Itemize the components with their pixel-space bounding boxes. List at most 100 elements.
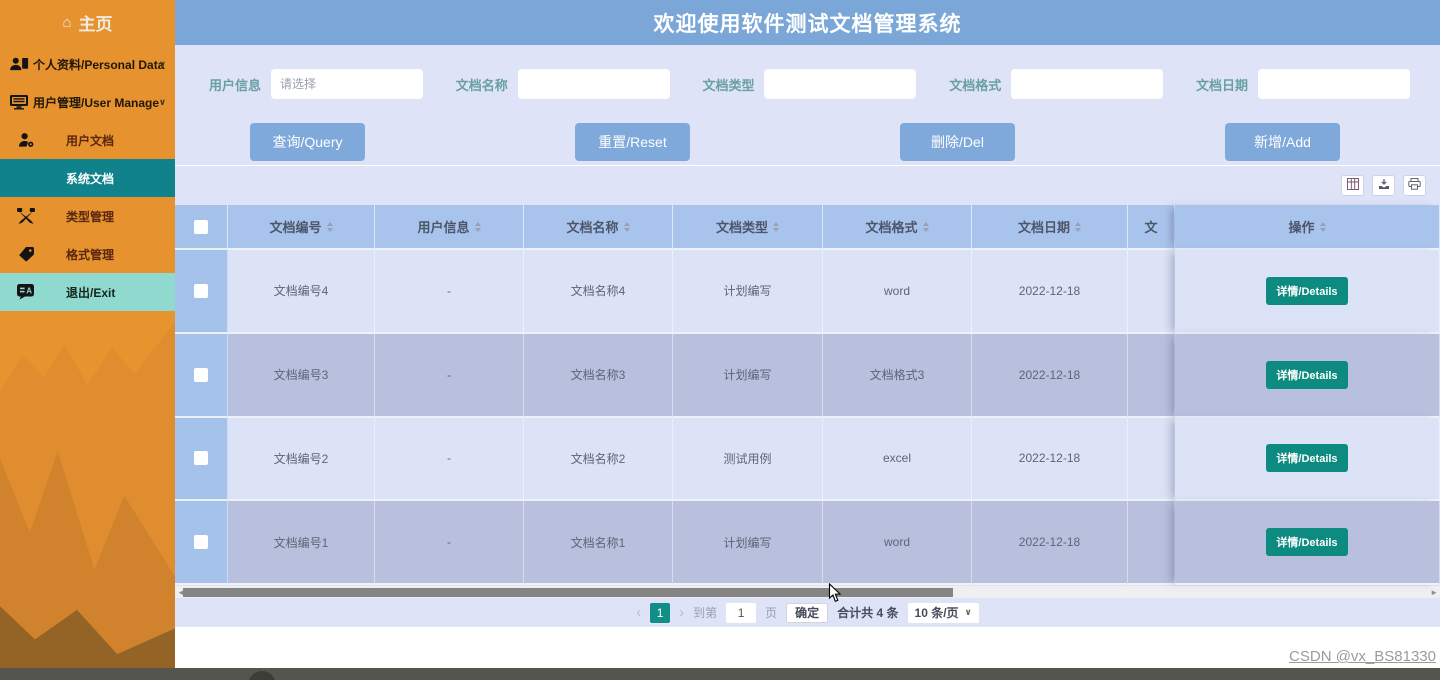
details-button[interactable]: 详情/Details [1266, 444, 1348, 473]
cell-clipped [1128, 333, 1175, 418]
next-page-icon[interactable]: › [679, 605, 684, 620]
column-header-user-info[interactable]: 用户信息 [375, 205, 524, 250]
svg-text:A: A [26, 287, 32, 296]
person-card-icon [8, 57, 30, 72]
export-button[interactable] [1372, 175, 1395, 196]
add-button[interactable]: 新增/Add [1225, 123, 1340, 161]
sidebar-item-home[interactable]: ⌂ 主页 [0, 0, 175, 45]
sort-icon[interactable] [922, 221, 929, 232]
user-gear-icon [13, 132, 39, 148]
sidebar-item-user-manage[interactable]: 用户管理/User Manage ∨ [0, 83, 175, 121]
columns-button[interactable] [1341, 175, 1364, 196]
column-header-doc-id[interactable]: 文档编号 [228, 205, 375, 250]
cell-doc-id: 文档编号3 [228, 333, 375, 418]
chevron-down-icon: ∨ [158, 58, 166, 69]
prev-page-icon[interactable]: ‹ [636, 605, 641, 620]
filter-user-info: 用户信息 [209, 69, 424, 99]
cell-doc-type: 测试用例 [673, 417, 823, 502]
cell-clipped [1128, 417, 1175, 502]
select-caret-icon: ∨ [964, 607, 972, 617]
doc-format-input[interactable] [1011, 69, 1164, 99]
action-bar: 查询/Query 重置/Reset 删除/Del 新增/Add [175, 123, 1440, 165]
print-icon [1408, 177, 1421, 195]
sort-icon[interactable] [326, 221, 333, 232]
confirm-button[interactable]: 确定 [786, 602, 829, 623]
print-button[interactable] [1403, 175, 1426, 196]
sidebar-item-system-docs[interactable]: 系统文档 [0, 159, 175, 197]
reset-button[interactable]: 重置/Reset [575, 123, 690, 161]
scrollbar-thumb[interactable] [183, 588, 953, 597]
sidebar-item-format-manage[interactable]: 格式管理 [0, 235, 175, 273]
documents-table: 文档编号 用户信息 文档名称 文档类型 文档格式 文档日期 文 操作 文档编号4… [175, 205, 1440, 585]
sidebar-item-label: 个人资料/Personal Data [33, 57, 165, 72]
cell-actions: 详情/Details [1175, 333, 1440, 418]
cell-doc-id: 文档编号1 [228, 501, 375, 585]
cell-user-info: - [375, 417, 524, 502]
details-button[interactable]: 详情/Details [1266, 360, 1348, 389]
column-header-doc-type[interactable]: 文档类型 [673, 205, 823, 250]
sidebar-item-personal-data[interactable]: 个人资料/Personal Data ∨ [0, 45, 175, 83]
horizontal-scrollbar[interactable]: ◄ ► [175, 585, 1440, 598]
column-header-doc-name[interactable]: 文档名称 [524, 205, 673, 250]
doc-name-input[interactable] [517, 69, 670, 99]
cell-actions: 详情/Details [1175, 417, 1440, 502]
chevron-down-icon: ∨ [158, 96, 166, 107]
goto-label: 到第 [693, 606, 718, 620]
filter-doc-name: 文档名称 [456, 69, 670, 99]
cell-doc-date: 2022-12-18 [972, 333, 1128, 418]
export-icon [1378, 177, 1390, 195]
cell-user-info: - [375, 250, 524, 334]
column-header-actions[interactable]: 操作 [1175, 205, 1440, 250]
goto-page-input[interactable] [726, 602, 757, 623]
sidebar-item-user-docs[interactable]: 用户文档 [0, 121, 175, 159]
row-checkbox[interactable] [194, 283, 208, 298]
scroll-right-icon[interactable]: ► [1430, 588, 1438, 597]
cell-doc-name: 文档名称4 [524, 250, 673, 334]
column-header-doc-format[interactable]: 文档格式 [823, 205, 972, 250]
cell-actions: 详情/Details [1175, 501, 1440, 585]
sidebar-item-exit[interactable]: A 退出/Exit [0, 273, 175, 311]
query-button[interactable]: 查询/Query [250, 123, 365, 161]
doc-type-input[interactable] [764, 69, 917, 99]
table-header-row: 文档编号 用户信息 文档名称 文档类型 文档格式 文档日期 文 操作 [175, 205, 1440, 250]
page-size-select[interactable]: 10 条/页 ∨ [907, 602, 979, 623]
cell-doc-date: 2022-12-18 [972, 417, 1128, 502]
table-toolbar [175, 165, 1440, 205]
sort-icon[interactable] [1319, 221, 1326, 232]
sort-icon[interactable] [1075, 221, 1081, 232]
page-header: 欢迎使用软件测试文档管理系统 [175, 0, 1440, 45]
filter-label: 文档名称 [455, 77, 508, 93]
column-header-doc-date[interactable]: 文档日期 [972, 205, 1128, 250]
row-checkbox[interactable] [194, 451, 208, 466]
filter-doc-date: 文档日期 [1196, 69, 1410, 99]
sort-icon[interactable] [623, 221, 630, 232]
page-number-button[interactable]: 1 [650, 602, 671, 623]
cell-doc-name: 文档名称3 [524, 333, 673, 418]
columns-icon [1346, 177, 1359, 195]
home-icon: ⌂ [62, 14, 72, 31]
sort-icon[interactable] [773, 221, 779, 232]
column-header-clipped[interactable]: 文 [1128, 205, 1175, 250]
cell-user-info: - [375, 501, 524, 585]
delete-button[interactable]: 删除/Del [900, 123, 1015, 161]
details-button[interactable]: 详情/Details [1266, 276, 1348, 305]
sort-icon[interactable] [474, 221, 481, 232]
row-checkbox[interactable] [194, 367, 208, 382]
cell-user-info: - [375, 333, 524, 418]
watermark-text: CSDN @vx_BS81330 [1289, 648, 1436, 665]
select-all-checkbox[interactable] [194, 219, 208, 234]
details-button[interactable]: 详情/Details [1266, 528, 1348, 557]
sidebar-item-type-manage[interactable]: 类型管理 [0, 197, 175, 235]
filter-bar: 用户信息 文档名称 文档类型 文档格式 文档日期 [175, 45, 1440, 123]
doc-date-input[interactable] [1257, 69, 1410, 99]
chat-icon: A [13, 284, 39, 300]
cell-doc-format: word [823, 501, 972, 585]
table-row: 文档编号2 - 文档名称2 测试用例 excel 2022-12-18 详情/D… [175, 417, 1440, 502]
sidebar-item-label: 系统文档 [66, 171, 115, 186]
cell-doc-date: 2022-12-18 [972, 250, 1128, 334]
crossed-pens-icon [13, 207, 39, 225]
row-checkbox[interactable] [194, 535, 208, 550]
sidebar-item-label: 类型管理 [66, 209, 115, 224]
user-info-input[interactable] [271, 69, 424, 99]
filter-label: 用户信息 [209, 77, 262, 93]
